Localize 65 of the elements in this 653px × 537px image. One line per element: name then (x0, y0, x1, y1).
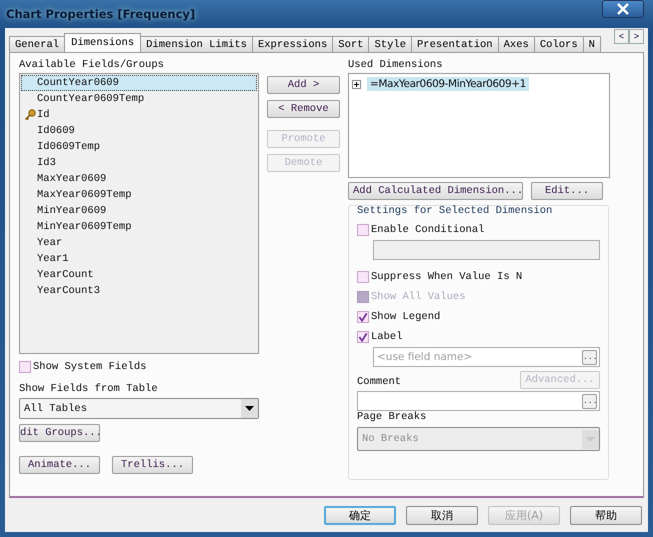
checkbox-label: Enable Conditional (371, 224, 484, 236)
window-title: Chart Properties [Frequency] (6, 7, 196, 21)
tab[interactable]: Style (368, 36, 412, 52)
tab[interactable]: Dimensions (64, 33, 142, 52)
action-button[interactable]: Animate... (19, 456, 100, 474)
browse-button[interactable]: ... (582, 350, 597, 364)
checkbox-label: Label (371, 331, 403, 343)
close-button[interactable] (602, 0, 644, 18)
tab[interactable]: Presentation (411, 36, 499, 52)
move-button[interactable]: < Remove (267, 100, 340, 118)
field-item[interactable]: Year (21, 235, 257, 251)
checkbox[interactable] (357, 271, 369, 283)
edit-groups-button[interactable]: dit Groups... (19, 424, 100, 442)
tab[interactable]: Dimension Limits (140, 36, 253, 52)
tab-scroll-button[interactable]: > (629, 29, 644, 44)
tab[interactable]: General (9, 36, 66, 52)
section-label: Available Fields/Groups (19, 59, 165, 72)
checkbox[interactable] (357, 331, 369, 343)
expand-icon[interactable] (352, 80, 361, 88)
group-title: Settings for Selected Dimension (357, 205, 554, 217)
action-button[interactable]: Trellis... (112, 456, 193, 474)
field-item[interactable]: CountYear0609 (21, 75, 257, 91)
field-label: Page Breaks (357, 411, 428, 424)
field-item[interactable]: MaxYear0609Temp (21, 187, 257, 203)
tab[interactable]: Expressions (252, 36, 334, 52)
field-item[interactable]: YearCount (21, 267, 257, 283)
field-item[interactable]: MinYear0609Temp (21, 219, 257, 235)
browse-button[interactable]: ... (582, 394, 597, 408)
checkbox[interactable] (19, 361, 31, 373)
comment-field[interactable]: ... (357, 391, 600, 411)
tab-scroll-button[interactable]: < (614, 29, 629, 44)
field-item[interactable]: MaxYear0609 (21, 171, 257, 187)
tab[interactable]: Sort (332, 36, 370, 52)
move-button[interactable]: Add > (267, 76, 340, 94)
field-item[interactable]: Id0609Temp (21, 139, 257, 155)
label-field[interactable]: <use field name> ... (373, 347, 600, 367)
section-label: Used Dimensions (348, 59, 444, 72)
dimension-item[interactable]: =MaxYear0609-MinYear0609+1 (367, 77, 529, 91)
tab[interactable]: N (582, 36, 601, 52)
tab[interactable]: Colors (534, 36, 584, 52)
dialog-button[interactable]: 帮助 (570, 506, 642, 525)
dialog-button[interactable]: 确定 (324, 506, 396, 525)
field-item[interactable]: YearCount3 (21, 283, 257, 299)
field-item[interactable]: CountYear0609Temp (21, 91, 257, 107)
checkbox[interactable] (357, 311, 369, 323)
field-item[interactable]: MinYear0609 (21, 203, 257, 219)
field-label: Show Fields from Table (19, 383, 159, 396)
table-dropdown[interactable]: All Tables (19, 398, 259, 419)
dialog-button[interactable]: 取消 (406, 506, 478, 525)
field-item[interactable]: Id (21, 107, 257, 123)
checkbox-label: Show Legend (371, 311, 440, 323)
key-icon (24, 109, 36, 121)
checkbox-label: Show System Fields (33, 361, 146, 373)
checkbox-label: Show All Values (371, 291, 466, 303)
close-icon (616, 3, 630, 15)
dropdown-arrow-icon (245, 406, 254, 411)
field-item[interactable]: Year1 (21, 251, 257, 267)
add-calculated-dimension-button[interactable]: Add Calculated Dimension... (348, 182, 523, 200)
field-item[interactable]: Id3 (21, 155, 257, 171)
edit-button[interactable]: Edit... (531, 182, 603, 200)
field-label: Comment (357, 376, 402, 389)
tab[interactable]: Axes (498, 36, 535, 52)
checkbox[interactable] (357, 224, 369, 236)
field-item[interactable]: Id0609 (21, 123, 257, 139)
checkbox-label: Suppress When Value Is N (371, 271, 522, 283)
